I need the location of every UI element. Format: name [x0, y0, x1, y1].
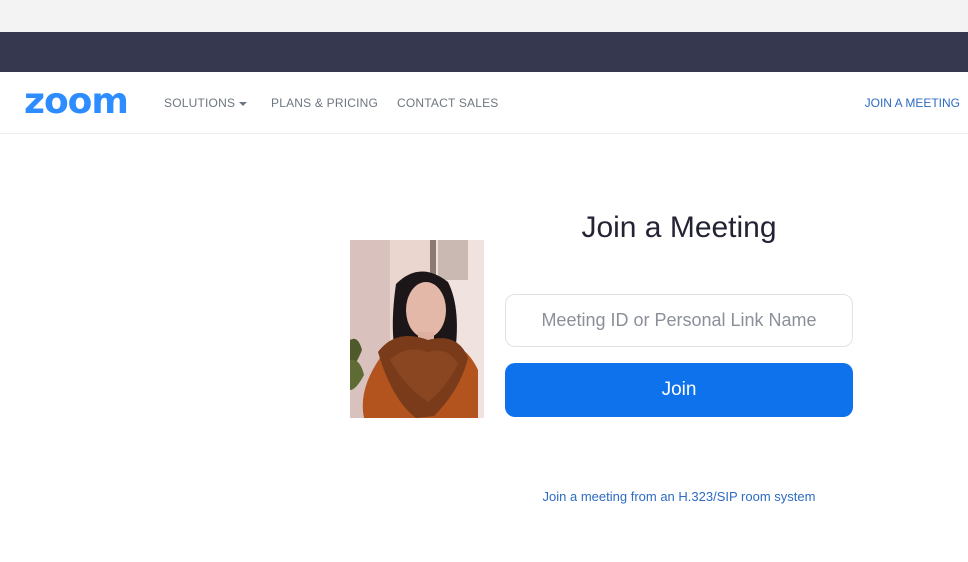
top-dark-bar	[0, 32, 968, 72]
nav-join-a-meeting[interactable]: JOIN A MEETING	[865, 95, 960, 111]
navbar: zoom SOLUTIONS PLANS & PRICING CONTACT S…	[0, 72, 968, 134]
person-photo	[350, 240, 484, 418]
nav-plans-pricing[interactable]: PLANS & PRICING	[271, 95, 378, 111]
page-title: Join a Meeting	[581, 211, 777, 244]
caret-down-icon	[239, 101, 248, 106]
nav-contact-sales[interactable]: CONTACT SALES	[397, 95, 499, 111]
join-button[interactable]: Join	[505, 363, 853, 417]
nav-solutions-label: SOLUTIONS	[164, 96, 236, 110]
meeting-id-field-wrapper	[505, 294, 853, 347]
browser-top-strip	[0, 0, 968, 32]
meeting-id-input[interactable]	[506, 295, 852, 346]
zoom-logo[interactable]: zoom	[24, 82, 129, 122]
person-photo-image	[350, 240, 484, 418]
nav-solutions[interactable]: SOLUTIONS	[164, 95, 248, 111]
sip-room-system-link[interactable]: Join a meeting from an H.323/SIP room sy…	[505, 488, 853, 506]
